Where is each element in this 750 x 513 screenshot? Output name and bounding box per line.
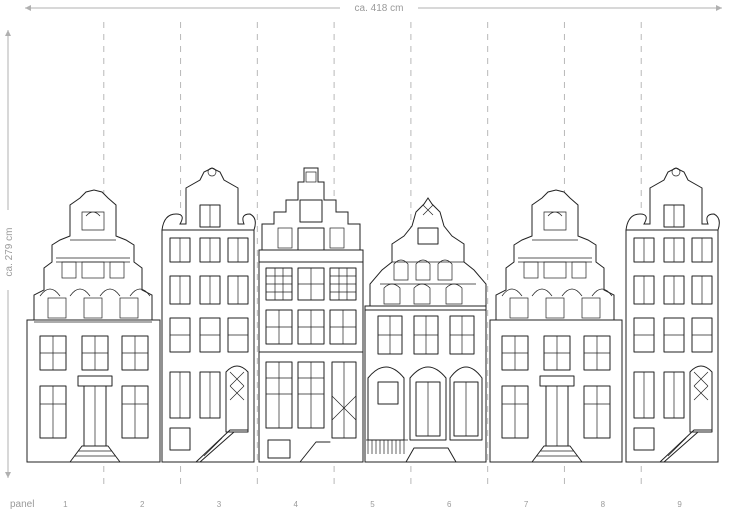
panel-number-6: 6 xyxy=(447,500,452,509)
neck-gable-house-right xyxy=(625,167,720,463)
panel-number-5: 5 xyxy=(370,500,375,509)
ornate-gable-house xyxy=(364,197,487,463)
height-dimension: ca. 279 cm xyxy=(4,30,15,478)
height-label: ca. 279 cm xyxy=(4,228,15,277)
panel-number-3: 3 xyxy=(217,500,222,509)
width-label: ca. 418 cm xyxy=(355,3,404,14)
panel-number-4: 4 xyxy=(293,500,298,509)
panel-number-9: 9 xyxy=(677,500,682,509)
step-gable-house xyxy=(258,167,364,463)
gable-house-right xyxy=(489,189,623,463)
neck-gable-house-left xyxy=(161,167,256,463)
panel-number-7: 7 xyxy=(524,500,529,509)
width-dimension: ca. 418 cm xyxy=(25,3,722,14)
panel-number-2: 2 xyxy=(140,500,145,509)
panel-label: panel xyxy=(10,499,34,510)
panel-label-row: panel 1 2 3 4 5 6 7 8 9 xyxy=(10,499,682,510)
gable-house-left xyxy=(26,189,161,463)
panel-number-8: 8 xyxy=(601,500,606,509)
wallpaper-mural-canvas: ca. 418 cm ca. 279 cm panel 1 2 3 4 5 6 … xyxy=(4,3,722,510)
building-row xyxy=(26,167,720,463)
panel-number-1: 1 xyxy=(63,500,68,509)
